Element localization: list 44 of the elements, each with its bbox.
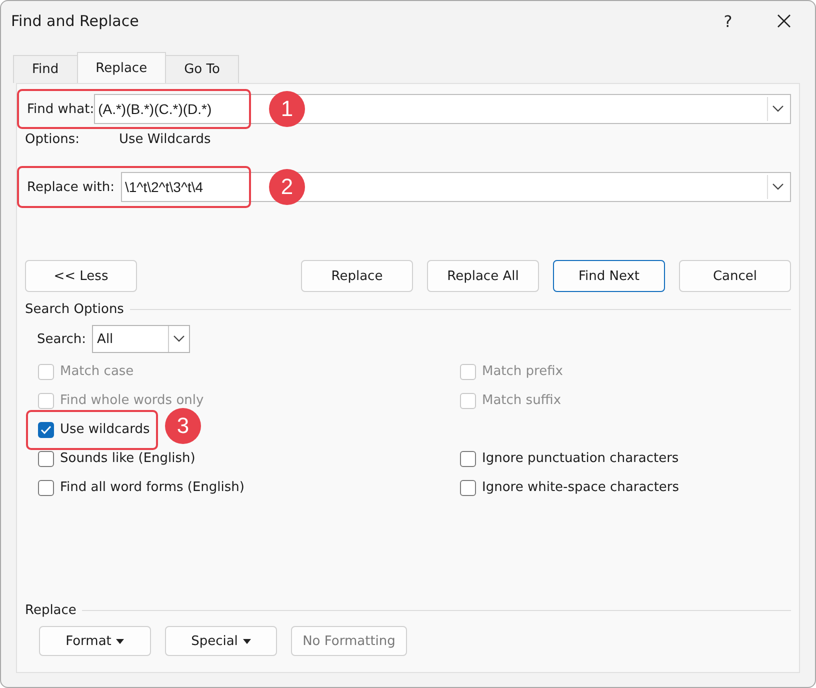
dialog-button[interactable]: Find Next <box>553 260 665 292</box>
checkbox-label: Sounds like (English) <box>60 451 196 466</box>
chevron-down-icon <box>772 183 784 191</box>
step-badge: 3 <box>165 408 201 444</box>
dialog-button[interactable]: Special <box>165 626 277 656</box>
checkbox-label: Find whole words only <box>60 393 204 408</box>
tab[interactable]: Find <box>13 55 78 83</box>
checkbox[interactable] <box>38 480 54 496</box>
dialog-button[interactable]: Replace <box>301 260 413 292</box>
options-value: Use Wildcards <box>119 132 211 146</box>
checkbox[interactable] <box>460 450 476 466</box>
checkbox-label: Use wildcards <box>60 422 150 437</box>
checkbox[interactable] <box>460 480 476 496</box>
step-badge: 2 <box>269 169 305 205</box>
checkbox-label: Match case <box>60 364 134 379</box>
checkbox-label: Find all word forms (English) <box>60 480 244 495</box>
checkbox-label: Ignore white-space characters <box>482 480 680 495</box>
checkbox-label: Match suffix <box>482 393 562 408</box>
dialog-button[interactable]: Format <box>39 626 151 656</box>
help-button[interactable]: ? <box>705 1 751 41</box>
section-title: Replace <box>25 603 76 618</box>
step-badge: 1 <box>269 91 305 127</box>
dialog-button[interactable]: << Less <box>25 260 137 292</box>
dialog-button[interactable]: Replace All <box>427 260 539 292</box>
search-dropdown[interactable]: All <box>92 325 190 353</box>
dialog-button[interactable]: Cancel <box>679 260 791 292</box>
checkbox-label: Ignore punctuation characters <box>482 451 679 466</box>
checkbox-label: Match prefix <box>482 364 563 379</box>
caret-icon <box>242 638 251 644</box>
chevron-down-icon <box>173 335 186 343</box>
section-title: Search Options <box>25 302 124 317</box>
checkbox[interactable] <box>38 450 54 466</box>
caret-icon <box>116 638 124 644</box>
checkbox[interactable] <box>38 422 54 438</box>
options-label: Options: <box>25 132 81 146</box>
field-label: Replace with: <box>26 180 116 194</box>
tab[interactable]: Go To <box>165 55 239 83</box>
chevron-down-icon <box>772 105 784 113</box>
tab[interactable]: Replace <box>76 52 166 83</box>
checkmark-icon <box>40 424 52 434</box>
search-label: Search: <box>37 332 86 346</box>
close-icon <box>776 13 792 29</box>
field-label: Find what: <box>26 102 94 116</box>
window-title: Find and Replace <box>11 12 140 30</box>
